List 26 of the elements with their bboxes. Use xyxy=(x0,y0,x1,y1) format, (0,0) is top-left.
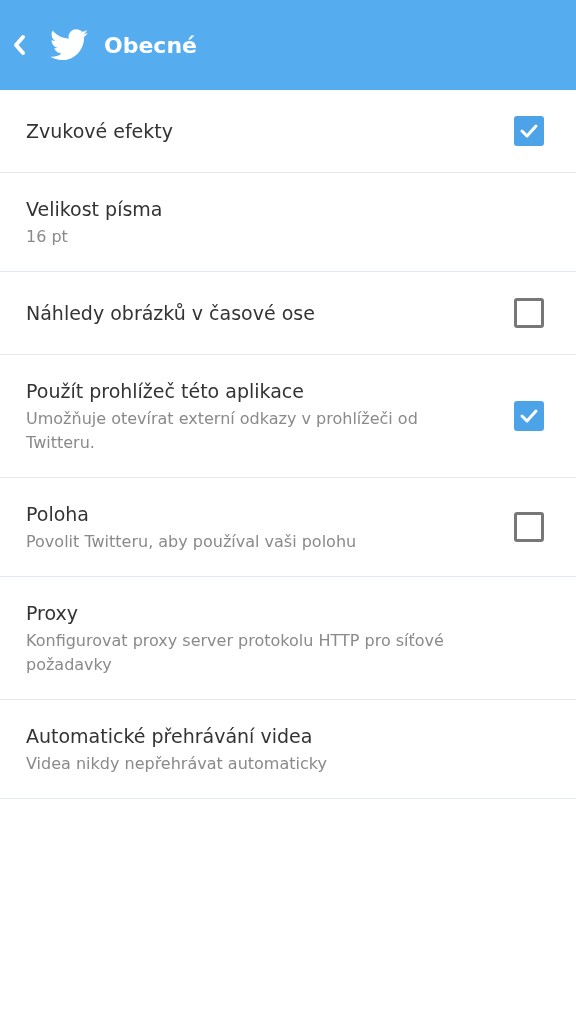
settings-item[interactable]: Náhledy obrázků v časové ose xyxy=(0,272,576,355)
setting-description: Umožňuje otevírat externí odkazy v prohlížeči od Twitteru. xyxy=(26,408,419,454)
setting-title: Použít prohlížeč této aplikace xyxy=(26,379,305,404)
screen-title: Obecné xyxy=(104,32,197,58)
settings-item[interactable]: Automatické přehrávání videa Videa nikdy nepřehrávat automaticky xyxy=(0,700,576,799)
settings-item[interactable]: Poloha Povolit Twitteru, aby používal vaši polohu xyxy=(0,478,576,577)
setting-title: Proxy xyxy=(26,601,80,626)
settings-item[interactable]: Použít prohlížeč této aplikace Umožňuje otevírat externí odkazy v prohlížeči od Twitteru. xyxy=(0,355,576,478)
back-icon[interactable] xyxy=(12,34,26,56)
checkbox[interactable] xyxy=(514,298,544,328)
bird-icon xyxy=(50,29,88,61)
setting-title: Velikost písma xyxy=(26,197,164,222)
settings-item[interactable]: Proxy Konfigurovat proxy server protokolu HTTP pro síťové požadavky xyxy=(0,577,576,700)
setting-description: 16 pt xyxy=(26,226,69,248)
setting-title: Náhledy obrázků v časové ose xyxy=(26,301,316,326)
setting-description: Povolit Twitteru, aby používal vaši polohu xyxy=(26,531,358,553)
setting-title: Poloha xyxy=(26,502,90,527)
setting-title: Zvukové efekty xyxy=(26,119,174,144)
setting-title: Automatické přehrávání videa xyxy=(26,724,314,749)
checkbox[interactable] xyxy=(514,116,544,146)
setting-description: Videa nikdy nepřehrávat automaticky xyxy=(26,753,328,775)
settings-item[interactable]: Velikost písma 16 pt xyxy=(0,173,576,272)
checkbox[interactable] xyxy=(514,512,544,542)
checkbox[interactable] xyxy=(514,401,544,431)
settings-item[interactable]: Zvukové efekty xyxy=(0,90,576,173)
setting-description: Konfigurovat proxy server protokolu HTTP pro síťové požadavky xyxy=(26,630,445,676)
